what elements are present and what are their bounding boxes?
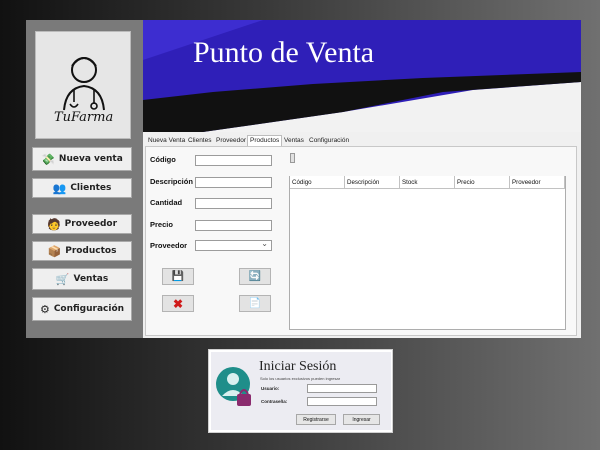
- sidebar-item-label: Configuración: [53, 304, 125, 314]
- password-input[interactable]: [307, 397, 377, 406]
- delivery-person-icon: 🧑: [46, 217, 61, 231]
- cantidad-label: Cantidad: [150, 198, 183, 207]
- sidebar-item-ventas[interactable]: 🛒 Ventas: [32, 268, 132, 290]
- proveedor-label: Proveedor: [150, 241, 188, 250]
- gear-icon: ⚙: [39, 302, 50, 316]
- descripcion-label: Descripción: [150, 177, 193, 186]
- user-lock-icon: [216, 367, 251, 406]
- register-button[interactable]: Registrarse: [296, 414, 336, 425]
- precio-input[interactable]: [195, 220, 272, 231]
- precio-label: Precio: [150, 220, 173, 229]
- sidebar-item-label: Clientes: [70, 183, 112, 193]
- login-title: Iniciar Sesión: [259, 359, 337, 374]
- sidebar-item-label: Nueva venta: [58, 154, 123, 164]
- table-header-stock[interactable]: Stock: [400, 176, 455, 189]
- update-button[interactable]: 🔄: [239, 268, 271, 285]
- cart-icon: 🛒: [55, 272, 70, 286]
- sidebar-item-label: Ventas: [73, 274, 109, 284]
- sidebar-item-configuracion[interactable]: ⚙ Configuración: [32, 297, 132, 321]
- table-header-descripcion[interactable]: Descripción: [345, 176, 400, 189]
- sidebar-item-clientes[interactable]: 👥 Clientes: [32, 178, 132, 198]
- new-icon: 📄: [248, 298, 262, 309]
- password-label: Contraseña:: [261, 399, 288, 404]
- table-header-precio[interactable]: Precio: [455, 176, 510, 189]
- login-button[interactable]: Ingresar: [343, 414, 380, 425]
- login-subtitle: Solo los usuarios exclusivos pueden ingr…: [260, 376, 341, 381]
- codigo-label: Código: [150, 155, 176, 164]
- new-button[interactable]: 📄: [239, 295, 271, 312]
- proveedor-select[interactable]: ⌄: [195, 239, 272, 251]
- people-icon: 👥: [52, 181, 67, 195]
- products-table[interactable]: [289, 176, 566, 330]
- delete-icon: ✖: [172, 296, 184, 311]
- chevron-down-icon: ⌄: [261, 239, 268, 248]
- sidebar-item-nueva-venta[interactable]: 💸 Nueva venta: [32, 147, 132, 171]
- codigo-input[interactable]: [195, 155, 272, 166]
- logo: TuFarma: [35, 31, 131, 139]
- box-icon: 📦: [47, 244, 62, 258]
- cash-hand-icon: 💸: [41, 152, 55, 166]
- update-icon: 🔄: [248, 271, 262, 282]
- sidebar-item-productos[interactable]: 📦 Productos: [32, 241, 132, 261]
- sidebar-item-proveedor[interactable]: 🧑 Proveedor: [32, 214, 132, 234]
- sidebar-item-label: Proveedor: [64, 219, 118, 229]
- delete-button[interactable]: ✖: [162, 295, 194, 312]
- table-header-proveedor[interactable]: Proveedor: [510, 176, 565, 189]
- save-icon: 💾: [171, 271, 185, 282]
- descripcion-input[interactable]: [195, 177, 272, 188]
- username-input[interactable]: [307, 384, 377, 393]
- sidebar-item-label: Productos: [65, 246, 117, 256]
- username-label: Usuario:: [261, 386, 280, 391]
- app-title: Punto de Venta: [193, 36, 375, 69]
- logo-text: TuFarma: [54, 110, 114, 125]
- save-button[interactable]: 💾: [162, 268, 194, 285]
- table-header-codigo[interactable]: Código: [290, 176, 345, 189]
- selected-id-field: [290, 153, 295, 163]
- cantidad-input[interactable]: [195, 198, 272, 209]
